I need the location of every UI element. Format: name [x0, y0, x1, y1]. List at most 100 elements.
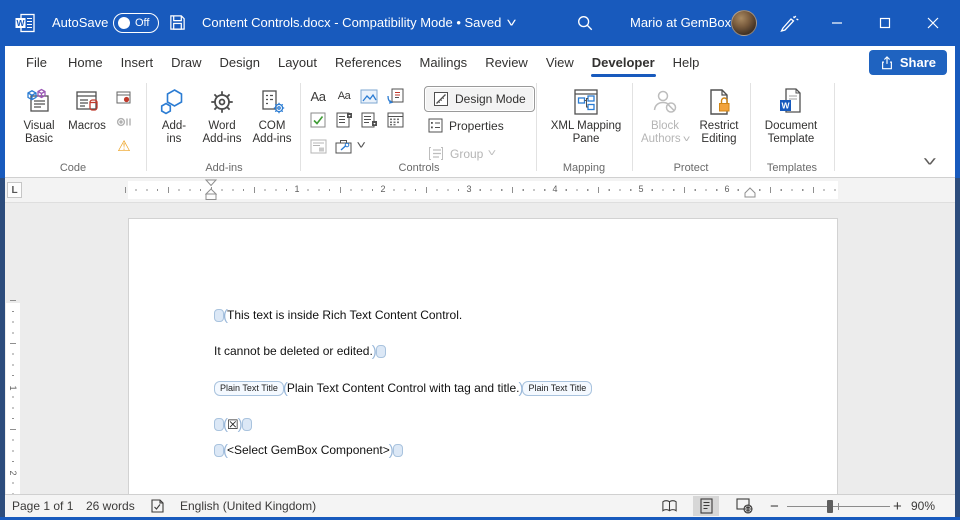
tab-design[interactable]: Design	[211, 46, 269, 78]
ruler-number: 1	[8, 383, 18, 393]
tab-mailings[interactable]: Mailings	[411, 46, 477, 78]
dropdown-placeholder-text[interactable]: <Select GemBox Component>	[227, 443, 390, 457]
zoom-level[interactable]: 90%	[911, 495, 935, 517]
word-add-ins-button[interactable]: Word Add-ins	[198, 84, 246, 146]
macros-icon	[72, 84, 102, 120]
title-chevron-icon[interactable]: ˅	[507, 16, 518, 30]
xml-mapping-pane-button[interactable]: XML Mapping Pane	[540, 84, 632, 146]
group-label-protect: Protect	[632, 162, 750, 174]
proofing-status-icon[interactable]	[150, 495, 165, 517]
add-ins-icon	[159, 84, 189, 120]
checkbox-content-control[interactable]: ( ☒ )	[214, 415, 252, 433]
plain-text-content[interactable]: Plain Text Content Control with tag and …	[287, 381, 520, 395]
tab-stop-selector[interactable]: L	[7, 182, 22, 198]
minimize-button[interactable]	[813, 0, 861, 46]
content-control-tag-icon[interactable]	[393, 444, 403, 457]
date-picker-control-button[interactable]	[383, 110, 407, 130]
page-indicator[interactable]: Page 1 of 1	[12, 495, 73, 517]
group-label-code: Code	[8, 162, 138, 174]
tab-insert[interactable]: Insert	[112, 46, 163, 78]
group-divider	[146, 83, 147, 171]
dropdown-content-control[interactable]: ( <Select GemBox Component> )	[214, 441, 403, 459]
maximize-button[interactable]	[861, 0, 909, 46]
document-area: 1 2 ( This text is inside Rich Text Cont…	[0, 203, 960, 494]
combo-box-control-button[interactable]	[332, 110, 356, 130]
indent-marker-right[interactable]	[744, 187, 756, 199]
content-control-tag-icon[interactable]	[376, 345, 386, 358]
tab-developer[interactable]: Developer	[583, 46, 664, 78]
group-divider	[300, 83, 301, 171]
macro-security-warning-icon[interactable]: ⚠	[113, 136, 135, 156]
rich-text-control-button[interactable]: Aa	[306, 86, 330, 106]
rich-text-content[interactable]: It cannot be deleted or edited.	[214, 344, 373, 358]
building-block-control-button[interactable]	[383, 86, 407, 106]
restrict-editing-button[interactable]: Restrict Editing	[694, 84, 744, 146]
add-ins-button[interactable]: Add- ins	[152, 84, 196, 146]
tab-draw[interactable]: Draw	[162, 46, 210, 78]
tab-home[interactable]: Home	[59, 46, 112, 78]
group-label-controls: Controls	[302, 162, 536, 174]
save-button[interactable]	[168, 13, 187, 32]
content-control-tag-icon[interactable]	[242, 418, 252, 431]
tab-help[interactable]: Help	[664, 46, 709, 78]
rich-text-content[interactable]: This text is inside Rich Text Content Co…	[227, 308, 462, 322]
read-mode-button[interactable]	[656, 496, 682, 516]
zoom-in-button[interactable]: +	[893, 495, 902, 517]
zoom-out-button[interactable]: −	[770, 495, 779, 517]
search-button[interactable]	[576, 14, 594, 32]
picture-control-button[interactable]	[357, 86, 381, 106]
horizontal-ruler: 1 2 3 4 5 6	[128, 181, 838, 199]
dropdown-list-control-button[interactable]	[357, 110, 381, 130]
ruler-row: L 1 2 3 4 5 6	[0, 178, 960, 203]
word-count[interactable]: 26 words	[86, 495, 135, 517]
share-icon	[880, 56, 894, 70]
collapse-ribbon-chevron-icon[interactable]: ˅	[923, 154, 937, 169]
properties-button[interactable]: Properties	[428, 118, 504, 133]
word-add-ins-gear-icon	[208, 84, 236, 120]
plain-text-content-control[interactable]: Plain Text Title( Plain Text Content Con…	[214, 379, 592, 397]
record-macro-button[interactable]	[113, 88, 135, 108]
com-add-ins-button[interactable]: COM Add-ins	[248, 84, 296, 146]
rich-text-content-control-end[interactable]: It cannot be deleted or edited. )	[214, 342, 386, 360]
block-authors-icon	[651, 84, 679, 120]
word-logo-icon[interactable]: W	[14, 12, 36, 34]
language-indicator[interactable]: English (United Kingdom)	[180, 495, 316, 517]
vertical-ruler: 1 2	[6, 303, 20, 494]
checkbox-control-button[interactable]	[306, 110, 330, 130]
legacy-tools-button[interactable]	[332, 136, 356, 156]
design-mode-icon	[433, 91, 449, 107]
zoom-slider-thumb[interactable]	[827, 500, 833, 513]
legacy-tools-chevron-icon[interactable]: ˅	[356, 140, 366, 152]
status-bar: Page 1 of 1 26 words English (United Kin…	[0, 494, 960, 517]
ink-pen-icon[interactable]	[779, 13, 799, 33]
tab-layout[interactable]: Layout	[269, 46, 326, 78]
content-control-title-tag[interactable]: Plain Text Title	[214, 381, 284, 396]
ruler-number: 2	[8, 468, 18, 478]
design-mode-button[interactable]: Design Mode	[424, 86, 535, 112]
group-divider	[750, 83, 751, 171]
group-divider	[632, 83, 633, 171]
account-name[interactable]: Mario at GemBox	[630, 15, 731, 30]
avatar[interactable]	[731, 10, 757, 36]
document-page[interactable]: ( This text is inside Rich Text Content …	[128, 218, 838, 494]
autosave-toggle[interactable]: Off	[113, 13, 159, 33]
block-authors-button: Block Authors ˅	[638, 84, 692, 146]
title-bar: W AutoSave Off Content Controls.docx - C…	[0, 0, 960, 46]
indent-marker-left[interactable]	[205, 179, 217, 203]
close-button[interactable]	[909, 0, 957, 46]
tab-file[interactable]: File	[14, 46, 59, 78]
ruler-half-ticks	[10, 300, 16, 494]
visual-basic-button[interactable]: Visual Basic	[16, 84, 62, 146]
document-template-button[interactable]: W Document Template	[754, 84, 828, 146]
web-layout-button[interactable]	[731, 496, 757, 516]
group-divider	[536, 83, 537, 171]
tab-view[interactable]: View	[537, 46, 583, 78]
content-control-title-tag[interactable]: Plain Text Title	[522, 381, 592, 396]
plain-text-control-button[interactable]: Aa	[332, 86, 356, 106]
share-button[interactable]: Share	[869, 50, 947, 75]
rich-text-content-control-start[interactable]: ( This text is inside Rich Text Content …	[214, 306, 462, 324]
print-layout-button[interactable]	[693, 496, 719, 516]
tab-references[interactable]: References	[326, 46, 410, 78]
tab-review[interactable]: Review	[476, 46, 537, 78]
macros-button[interactable]: Macros	[64, 84, 110, 133]
